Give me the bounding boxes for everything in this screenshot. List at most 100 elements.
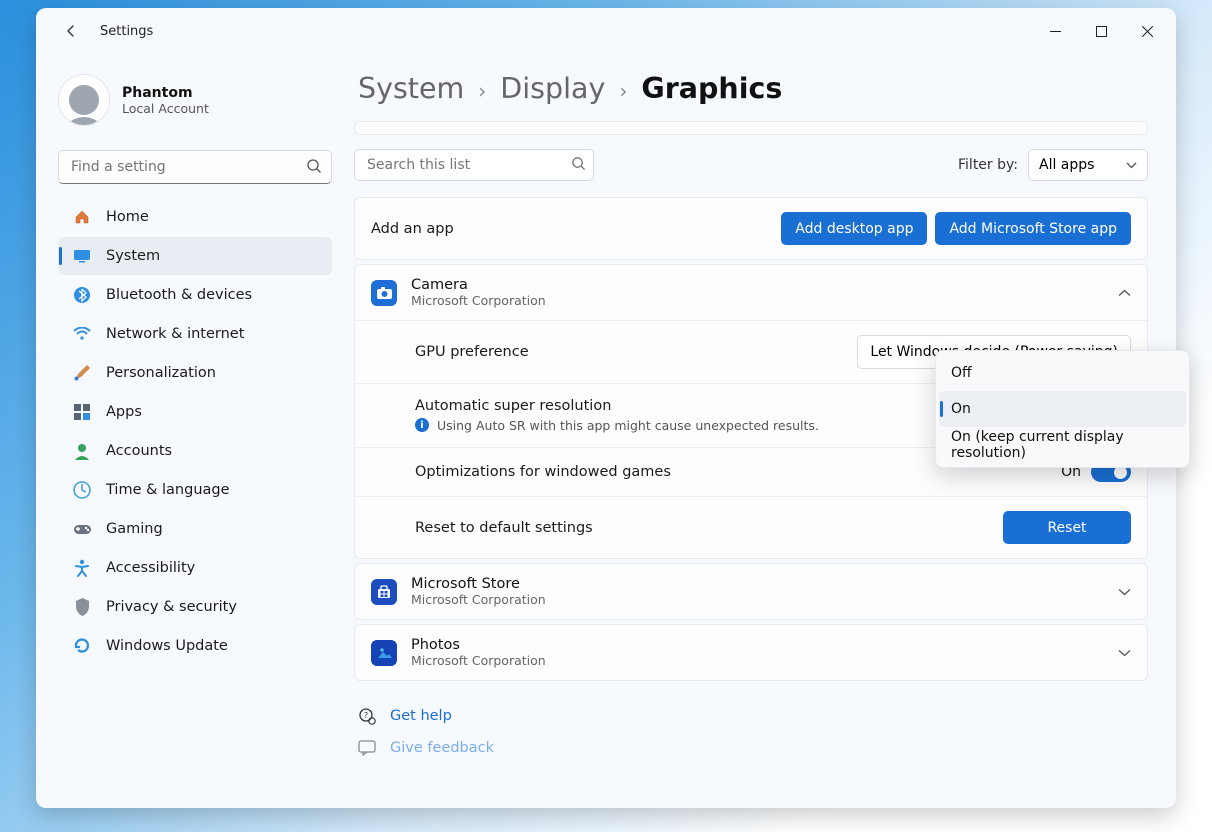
chevron-down-icon: [1118, 649, 1131, 657]
nav-personalization[interactable]: Personalization: [58, 354, 332, 392]
breadcrumb-system[interactable]: System: [358, 72, 464, 105]
profile-name: Phantom: [122, 85, 209, 101]
chevron-right-icon: ›: [478, 79, 486, 103]
camera-app-icon: [371, 280, 397, 306]
apps-icon: [72, 402, 92, 422]
nav-home[interactable]: Home: [58, 198, 332, 236]
search-icon: [571, 156, 586, 171]
nav-privacy[interactable]: Privacy & security: [58, 588, 332, 626]
reset-button[interactable]: Reset: [1003, 511, 1131, 544]
app-header-camera[interactable]: Camera Microsoft Corporation: [355, 265, 1147, 320]
nav-label: Time & language: [106, 482, 230, 498]
maximize-button[interactable]: [1078, 13, 1124, 49]
feedback-icon: [358, 739, 376, 757]
chevron-down-icon: [1118, 588, 1131, 596]
auto-sr-label: Automatic super resolution: [415, 398, 819, 414]
filter-row: Filter by: All apps: [354, 149, 1148, 181]
window-title: Settings: [100, 24, 153, 39]
add-store-app-button[interactable]: Add Microsoft Store app: [935, 212, 1131, 245]
give-feedback-link[interactable]: Give feedback: [390, 740, 494, 756]
footer-links: ? Get help Give feedback: [354, 685, 1148, 757]
back-button[interactable]: [56, 16, 86, 46]
get-help-row: ? Get help: [358, 707, 1144, 725]
filter-right: Filter by: All apps: [958, 149, 1148, 181]
nav-label: Privacy & security: [106, 599, 237, 615]
minimize-button[interactable]: [1032, 13, 1078, 49]
back-arrow-icon: [63, 23, 79, 39]
wifi-icon: [72, 324, 92, 344]
nav-label: Windows Update: [106, 638, 228, 654]
app-name: Photos: [411, 637, 546, 653]
window-controls: [1032, 13, 1170, 49]
sidebar-search: [58, 150, 332, 184]
titlebar: Settings: [36, 8, 1176, 54]
profile-block[interactable]: Phantom Local Account: [58, 64, 346, 144]
store-app-icon: [371, 579, 397, 605]
add-desktop-app-button[interactable]: Add desktop app: [781, 212, 927, 245]
collapsed-card[interactable]: [354, 121, 1148, 135]
nav-accessibility[interactable]: Accessibility: [58, 549, 332, 587]
chevron-down-icon: [1126, 162, 1137, 169]
sidebar-search-input[interactable]: [58, 150, 332, 184]
popup-option-off[interactable]: Off: [939, 355, 1186, 391]
app-card-photos: Photos Microsoft Corporation: [354, 624, 1148, 681]
app-name: Microsoft Store: [411, 576, 546, 592]
add-app-label: Add an app: [371, 221, 454, 237]
app-publisher: Microsoft Corporation: [411, 592, 546, 607]
maximize-icon: [1096, 26, 1107, 37]
filter-select[interactable]: All apps: [1028, 149, 1148, 181]
nav-label: Accessibility: [106, 560, 195, 576]
filter-label: Filter by:: [958, 157, 1018, 173]
feedback-row: Give feedback: [358, 739, 1144, 757]
auto-sr-dropdown-popup: Off On On (keep current display resoluti…: [935, 350, 1190, 468]
nav-label: Network & internet: [106, 326, 244, 342]
system-icon: [72, 246, 92, 266]
photos-app-icon: [371, 640, 397, 666]
accessibility-icon: [72, 558, 92, 578]
nav-windows-update[interactable]: Windows Update: [58, 627, 332, 665]
nav-time-language[interactable]: Time & language: [58, 471, 332, 509]
nav-system[interactable]: System: [58, 237, 332, 275]
app-header-store[interactable]: Microsoft Store Microsoft Corporation: [355, 564, 1147, 619]
clock-globe-icon: [72, 480, 92, 500]
svg-text:?: ?: [364, 711, 368, 720]
chevron-up-icon: [1118, 289, 1131, 297]
close-icon: [1142, 26, 1153, 37]
nav-label: Accounts: [106, 443, 172, 459]
nav-label: Home: [106, 209, 149, 225]
sidebar: Phantom Local Account Home System: [36, 54, 346, 808]
nav-accounts[interactable]: Accounts: [58, 432, 332, 470]
nav-gaming[interactable]: Gaming: [58, 510, 332, 548]
bluetooth-icon: [72, 285, 92, 305]
add-app-card: Add an app Add desktop app Add Microsoft…: [354, 197, 1148, 260]
close-button[interactable]: [1124, 13, 1170, 49]
list-search-input[interactable]: [354, 149, 594, 181]
profile-text: Phantom Local Account: [122, 85, 209, 116]
nav-label: Bluetooth & devices: [106, 287, 252, 303]
update-icon: [72, 636, 92, 656]
app-card-store: Microsoft Store Microsoft Corporation: [354, 563, 1148, 620]
get-help-link[interactable]: Get help: [390, 708, 452, 724]
home-icon: [72, 207, 92, 227]
profile-sub: Local Account: [122, 101, 209, 116]
app-publisher: Microsoft Corporation: [411, 653, 546, 668]
auto-sr-desc: Using Auto SR with this app might cause …: [437, 418, 819, 433]
brush-icon: [72, 363, 92, 383]
person-icon: [72, 441, 92, 461]
app-header-photos[interactable]: Photos Microsoft Corporation: [355, 625, 1147, 680]
nav-bluetooth[interactable]: Bluetooth & devices: [58, 276, 332, 314]
popup-option-on-keep[interactable]: On (keep current display resolution): [939, 427, 1186, 463]
nav-list: Home System Bluetooth & devices Network …: [58, 198, 332, 665]
popup-option-on[interactable]: On: [939, 391, 1186, 427]
gpu-pref-label: GPU preference: [415, 344, 529, 360]
nav-network[interactable]: Network & internet: [58, 315, 332, 353]
windowed-label: Optimizations for windowed games: [415, 464, 671, 480]
help-icon: ?: [358, 707, 376, 725]
avatar: [58, 74, 110, 126]
shield-icon: [72, 597, 92, 617]
nav-apps[interactable]: Apps: [58, 393, 332, 431]
list-search: [354, 149, 594, 181]
breadcrumb: System › Display › Graphics: [358, 72, 1148, 105]
gamepad-icon: [72, 519, 92, 539]
breadcrumb-display[interactable]: Display: [500, 72, 605, 105]
